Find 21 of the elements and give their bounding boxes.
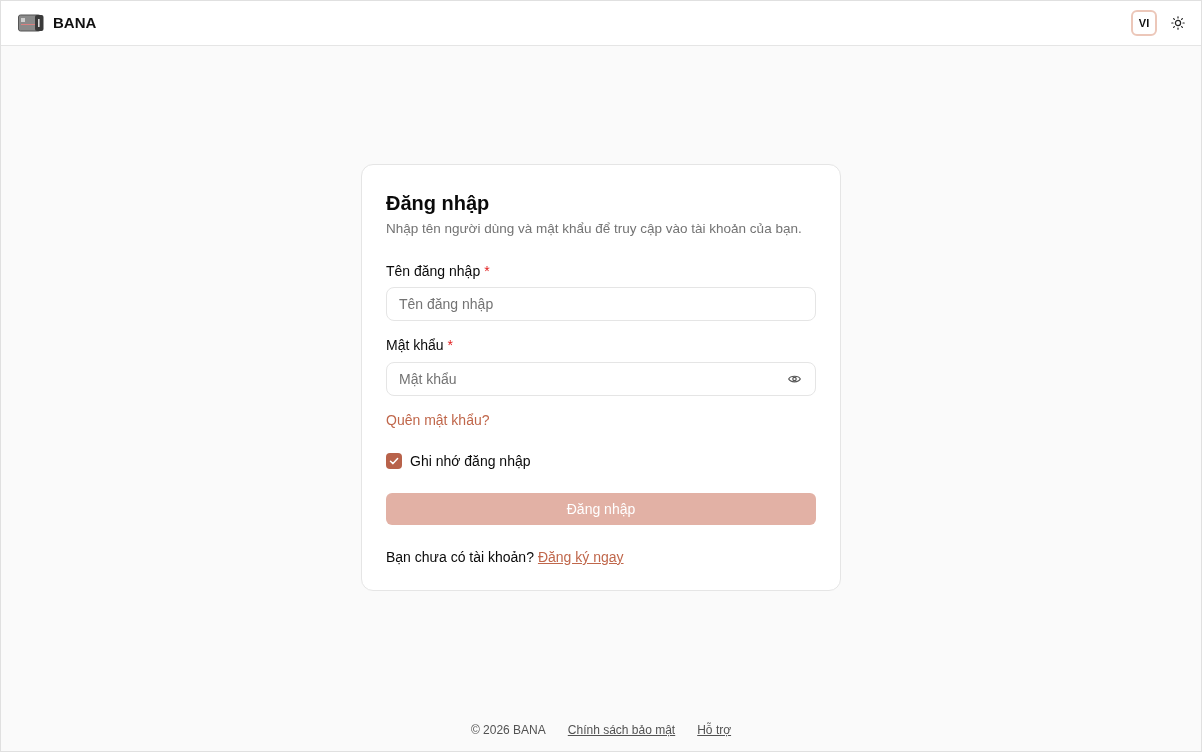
card-logo-icon [18, 14, 44, 32]
login-title: Đăng nhập [386, 191, 491, 216]
footer-link[interactable]: Chính sách bảo mật [567, 721, 676, 739]
remember-label: Ghi nhớ đăng nhập [410, 452, 531, 471]
field-label: Mật khẩu [386, 336, 444, 355]
login-description: Nhập tên người dùng và mật khẩu để truy cập vào tài khoản của bạn. [386, 220, 803, 238]
language-button[interactable]: VI [1131, 10, 1157, 36]
required-mark: * [447, 336, 454, 355]
field-label: Tên đăng nhập [386, 262, 481, 281]
eye-icon[interactable] [788, 374, 801, 384]
signup-link[interactable]: Đăng ký ngay [537, 547, 624, 567]
copyright-text: © 2026 BANA [470, 722, 546, 739]
username-field[interactable]: Tên đăng nhập [386, 287, 816, 321]
signup-prompt: Bạn chưa có tài khoản? [386, 548, 534, 567]
forgot-password-link[interactable]: Quên mật khẩu? [386, 410, 490, 430]
sun-icon[interactable] [1171, 16, 1185, 30]
password-field[interactable]: Mật khẩu [386, 362, 816, 396]
remember-checkbox[interactable] [386, 453, 402, 469]
footer-link[interactable]: Hỗ trợ [697, 721, 732, 739]
required-mark: * [484, 262, 490, 281]
brand-name: BANA [53, 12, 97, 33]
